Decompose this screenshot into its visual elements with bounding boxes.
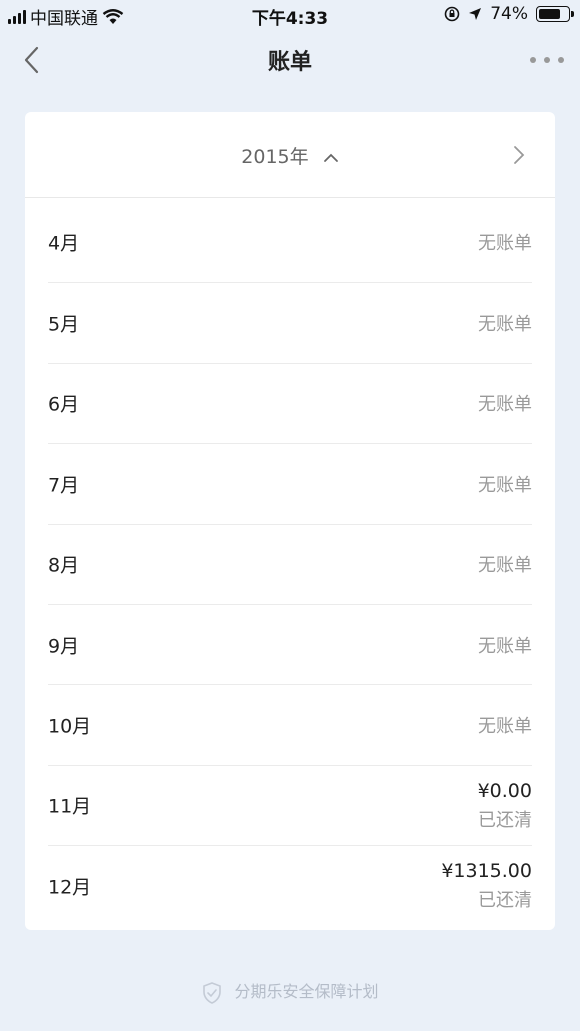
month-status: 无账单 [478, 716, 532, 738]
month-status: 无账单 [478, 555, 532, 577]
month-status: 已还清 [478, 890, 532, 912]
year-toggle-button[interactable]: 2015年 [25, 142, 555, 169]
battery-fill [539, 9, 560, 19]
month-row[interactable]: 12月 ¥1315.00 已还清 [48, 845, 532, 925]
page-title: 账单 [267, 50, 312, 75]
month-label: 5月 [48, 313, 80, 336]
month-label: 6月 [48, 393, 80, 416]
month-label: 10月 [48, 715, 92, 738]
chevron-up-icon [323, 153, 338, 162]
month-row[interactable]: 7月 无账单 [48, 443, 532, 523]
battery-icon [536, 6, 574, 22]
year-label: 2015年 [241, 146, 309, 168]
month-row[interactable]: 5月 无账单 [48, 282, 532, 362]
month-bill-summary: ¥1315.00 已还清 [441, 860, 532, 912]
month-status: 无账单 [478, 635, 532, 657]
month-label: 7月 [48, 474, 80, 497]
status-bar: 中国联通 下午4:33 74% [0, 0, 580, 30]
month-amount: ¥0.00 [477, 779, 532, 802]
month-status: 无账单 [478, 474, 532, 496]
month-status: 已还清 [478, 809, 532, 831]
month-label: 4月 [48, 232, 80, 255]
shield-icon [203, 981, 222, 1004]
month-bill-summary: ¥0.00 已还清 [478, 780, 532, 832]
month-label: 11月 [48, 795, 92, 818]
more-icon[interactable] [530, 50, 564, 70]
footer: 分期乐安全保障计划 [0, 978, 580, 1005]
year-selector: 2015年 [25, 112, 555, 198]
month-status: 无账单 [478, 233, 532, 255]
battery-percent: 74% [490, 4, 528, 24]
status-right: 74% [444, 4, 574, 24]
month-list: 4月 无账单 5月 无账单 6月 无账单 7月 无账单 8月 无账单 9月 无账单 10月 无账单 11月 ¥… [48, 202, 532, 926]
nav-bar: 账单 [0, 30, 580, 90]
month-row[interactable]: 4月 无账单 [48, 202, 532, 282]
bill-card: 2015年 4月 无账单 5月 无账单 6月 无账单 7月 无账单 8月 无账单 9月 无账单 10月无… [25, 112, 555, 930]
month-label: 9月 [48, 635, 80, 658]
chevron-right-icon[interactable] [511, 144, 527, 166]
footer-text: 分期乐安全保障计划 [234, 982, 379, 1001]
month-row[interactable]: 11月 ¥0.00 已还清 [48, 764, 532, 845]
rotation-lock-icon [444, 6, 460, 22]
month-row[interactable]: 6月 无账单 [48, 362, 532, 443]
month-amount: ¥1315.00 [441, 860, 532, 883]
month-status: 无账单 [478, 314, 532, 336]
location-icon [469, 8, 482, 20]
month-row[interactable]: 8月 无账单 [48, 523, 532, 604]
month-row[interactable]: 10月 无账单 [48, 684, 532, 764]
month-label: 8月 [48, 554, 80, 577]
month-label: 12月 [48, 876, 92, 899]
month-status: 无账单 [478, 394, 532, 416]
month-row[interactable]: 9月 无账单 [48, 603, 532, 684]
